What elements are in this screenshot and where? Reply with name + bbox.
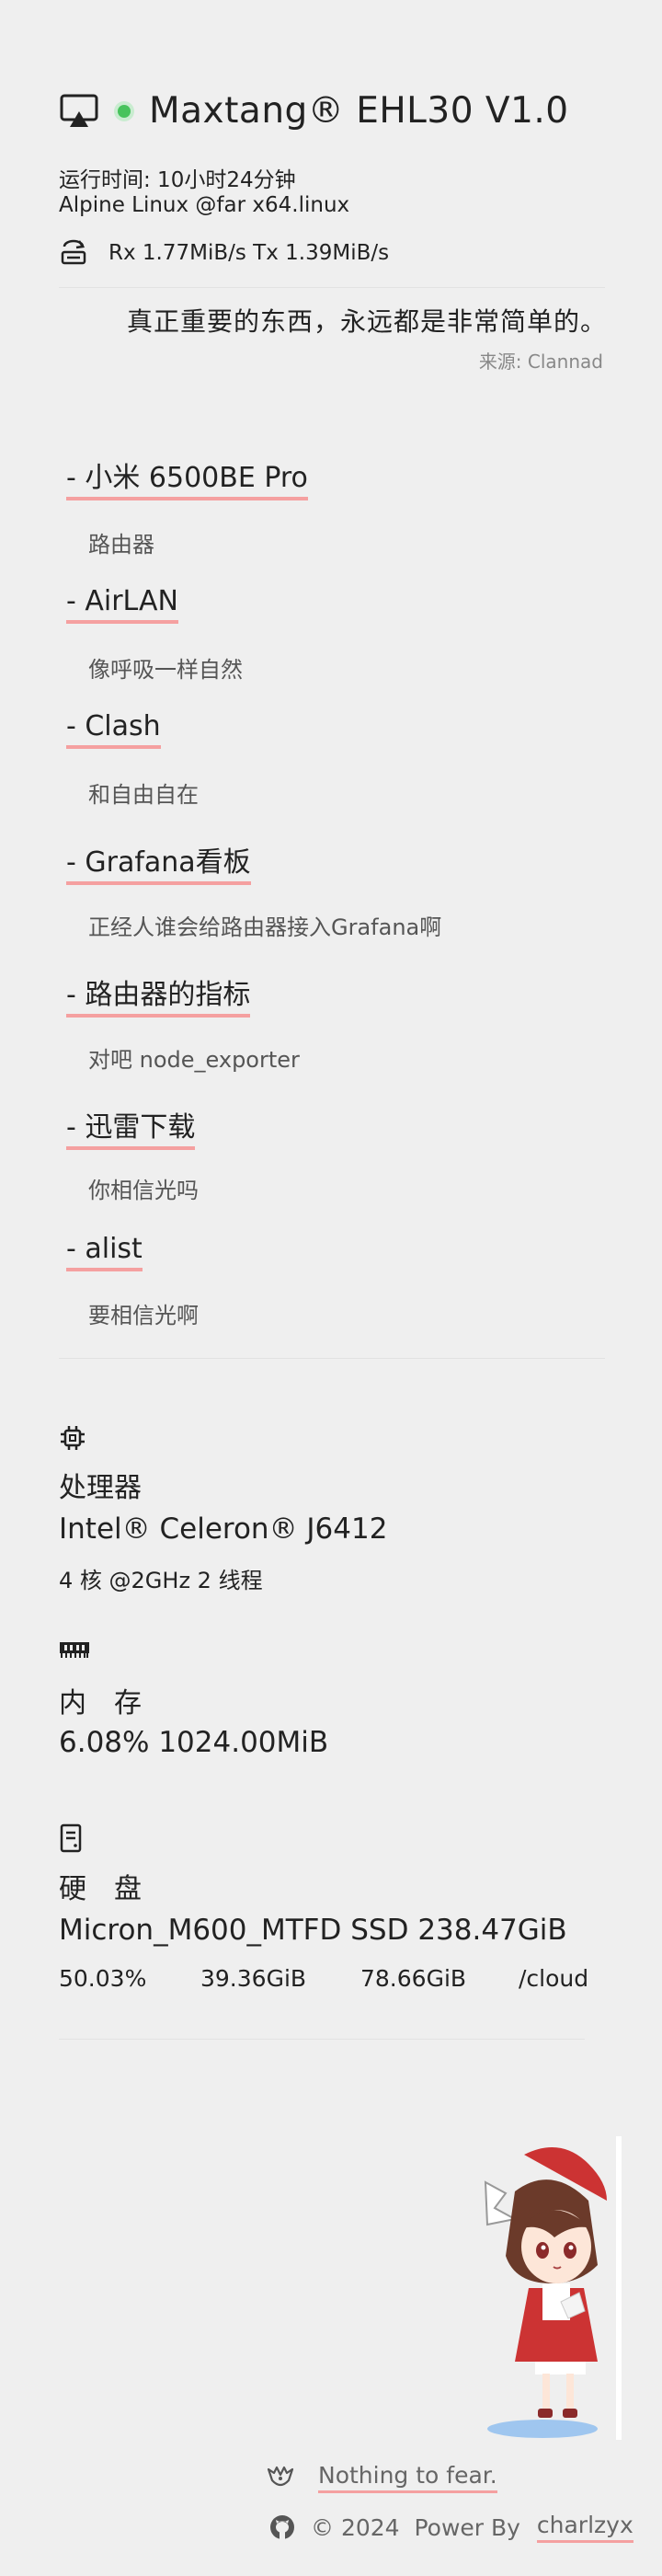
cpu-label: 处理器 <box>59 1472 142 1504</box>
network-icon <box>59 237 88 269</box>
link-grafana[interactable]: - Grafana看板 <box>66 839 251 885</box>
cpu-detail: 4 核 @2GHz 2 线程 <box>59 1568 263 1593</box>
copyright-text: © 2024 Power By <box>311 2513 528 2541</box>
link-alist[interactable]: - alist <box>66 1233 143 1271</box>
memory-label: 内 存 <box>59 1687 142 1719</box>
link-desc: 和自由自在 <box>88 782 199 808</box>
uptime-text: 运行时间: 10小时24分钟 <box>59 168 296 192</box>
link-thunder-download[interactable]: - 迅雷下载 <box>66 1104 196 1150</box>
cpu-icon <box>59 1424 86 1452</box>
link-label[interactable]: - 路由器的指标 <box>66 979 251 1018</box>
link-label[interactable]: - Grafana看板 <box>66 846 251 885</box>
disk-icon <box>59 1823 83 1853</box>
link-desc: 要相信光啊 <box>88 1303 199 1328</box>
link-desc: 路由器 <box>88 532 154 558</box>
footer-slogan-row: Nothing to fear. <box>265 2462 497 2493</box>
os-text: Alpine Linux @far x64.linux <box>59 193 350 217</box>
divider <box>59 1358 605 1359</box>
network-row: Rx 1.77MiB/s Tx 1.39MiB/s <box>59 237 389 269</box>
airplay-icon[interactable] <box>59 93 99 130</box>
bug-icon <box>265 2464 296 2491</box>
memory-value: 6.08% 1024.00MiB <box>59 1726 329 1759</box>
divider <box>59 287 605 288</box>
link-label[interactable]: - AirLAN <box>66 585 178 624</box>
link-xiaomi-router[interactable]: - 小米 6500BE Pro <box>66 454 308 500</box>
link-desc: 对吧 node_exporter <box>88 1047 300 1073</box>
device-title: Maxtang® EHL30 V1.0 <box>149 90 569 132</box>
link-airlan[interactable]: - AirLAN <box>66 585 178 624</box>
memory-icon <box>59 1639 90 1660</box>
cpu-model: Intel® Celeron® J6412 <box>59 1512 388 1546</box>
link-desc: 像呼吸一样自然 <box>88 657 243 683</box>
disk-usage-percent: 50.03% <box>59 1965 147 1992</box>
disk-total: 78.66GiB <box>360 1965 467 1992</box>
footer-copyright-row: © 2024 Power By charlzyx <box>268 2512 633 2543</box>
link-label[interactable]: - 小米 6500BE Pro <box>66 462 308 500</box>
disk-mount: /cloud <box>519 1965 589 1992</box>
link-desc: 正经人谁会给路由器接入Grafana啊 <box>88 914 442 940</box>
author-link[interactable]: charlzyx <box>536 2512 633 2543</box>
quote-source: 来源: Clannad <box>478 351 603 373</box>
mascot-illustration <box>432 2136 625 2440</box>
header-title-row: Maxtang® EHL30 V1.0 <box>59 90 569 132</box>
link-label[interactable]: - Clash <box>66 710 161 749</box>
link-label[interactable]: - 迅雷下载 <box>66 1111 196 1150</box>
disk-model: Micron_M600_MTFD SSD 238.47GiB <box>59 1914 567 1947</box>
link-desc: 你相信光吗 <box>88 1178 199 1203</box>
divider <box>59 2039 585 2040</box>
github-icon[interactable] <box>268 2513 296 2541</box>
link-label[interactable]: - alist <box>66 1233 143 1271</box>
network-speed: Rx 1.77MiB/s Tx 1.39MiB/s <box>108 241 390 265</box>
quote-text: 真正重要的东西，永远都是非常简单的。 <box>127 306 608 337</box>
link-router-metrics[interactable]: - 路由器的指标 <box>66 972 251 1018</box>
link-clash[interactable]: - Clash <box>66 710 161 749</box>
disk-used: 39.36GiB <box>200 1965 307 1992</box>
footer-slogan-link[interactable]: Nothing to fear. <box>318 2462 497 2493</box>
disk-label: 硬 盘 <box>59 1873 142 1905</box>
status-dot <box>118 104 131 118</box>
